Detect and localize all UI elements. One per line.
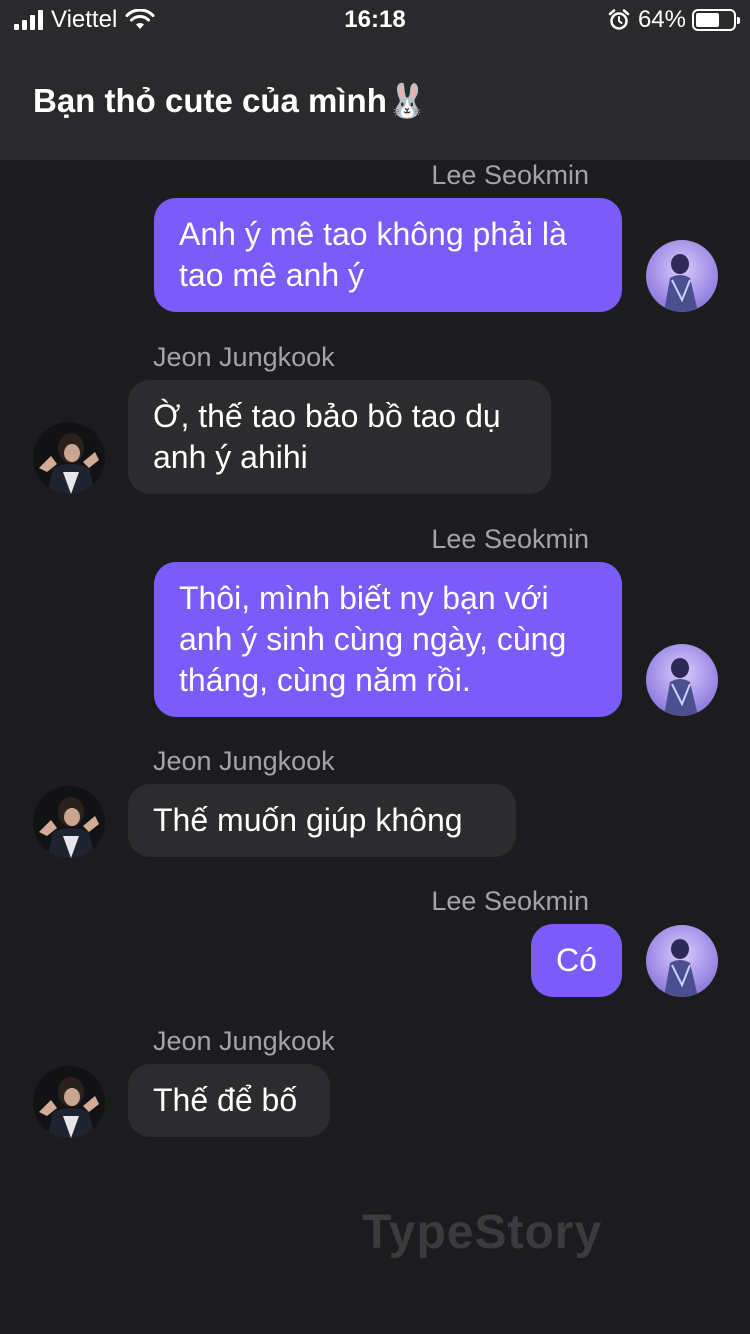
status-right: 64% (608, 6, 740, 33)
avatar-image (646, 644, 718, 716)
avatar-jeon-jungkook[interactable] (33, 422, 105, 494)
message-bubble-outgoing[interactable]: Thôi, mình biết ny bạn với anh ý sinh cù… (154, 562, 622, 717)
sender-name: Jeon Jungkook (153, 746, 335, 776)
message-list[interactable]: Lee Seokmin Anh ý mê tao không phải là t… (0, 160, 750, 1334)
battery-level-fill (696, 13, 720, 27)
sender-name: Jeon Jungkook (153, 1026, 335, 1056)
battery-icon (692, 9, 740, 31)
message-bubble-incoming[interactable]: Ờ, thế tao bảo bồ tao dụ anh ý ahihi (128, 380, 551, 494)
chat-title: Bạn thỏ cute của mình🐰 (33, 82, 428, 119)
alarm-icon (608, 9, 630, 30)
avatar-image (33, 422, 105, 494)
avatar-lee-seokmin[interactable] (646, 644, 718, 716)
avatar-lee-seokmin[interactable] (646, 925, 718, 997)
sender-name: Lee Seokmin (431, 886, 589, 916)
status-bar: Viettel 16:18 64% (0, 0, 750, 40)
avatar-lee-seokmin[interactable] (646, 240, 718, 312)
avatar-jeon-jungkook[interactable] (33, 786, 105, 858)
avatar-image (646, 240, 718, 312)
sender-name: Lee Seokmin (431, 524, 589, 554)
avatar-image (646, 925, 718, 997)
battery-percent: 64% (637, 6, 686, 33)
chat-header: Bạn thỏ cute của mình🐰 (0, 40, 750, 160)
message-bubble-outgoing[interactable]: Anh ý mê tao không phải là tao mê anh ý (154, 198, 622, 312)
battery-cap (737, 17, 740, 24)
avatar-image (33, 786, 105, 858)
message-bubble-outgoing[interactable]: Có (531, 924, 622, 997)
watermark-logo: TypeStory (362, 1206, 603, 1259)
sender-name: Jeon Jungkook (153, 342, 335, 372)
sender-name: Lee Seokmin (431, 160, 589, 190)
message-bubble-incoming[interactable]: Thế muốn giúp không (128, 784, 516, 857)
message-bubble-incoming[interactable]: Thế để bố (128, 1064, 330, 1137)
avatar-jeon-jungkook[interactable] (33, 1066, 105, 1138)
avatar-image (33, 1066, 105, 1138)
